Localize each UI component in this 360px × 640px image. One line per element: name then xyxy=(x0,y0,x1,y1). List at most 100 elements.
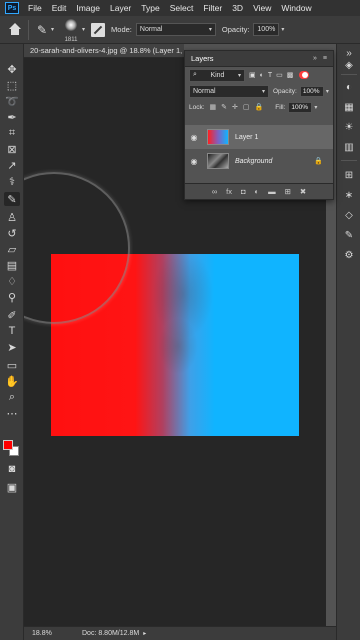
opacity-field[interactable]: 100% xyxy=(253,23,280,36)
brush-tool-icon[interactable]: ✎ xyxy=(4,192,20,206)
lock-icon[interactable]: 🔒 xyxy=(314,157,323,165)
visibility-eye-icon[interactable]: ◉ xyxy=(185,133,203,142)
brushes-panel-icon[interactable]: ✎ xyxy=(342,228,356,242)
menu-select[interactable]: Select xyxy=(165,3,199,13)
layer-name: Background xyxy=(235,157,273,165)
screen-mode-icon[interactable]: ▣ xyxy=(4,480,20,494)
clone-source-icon[interactable]: ⚙ xyxy=(342,248,356,262)
chevron-down-icon[interactable]: ▾ xyxy=(51,26,54,33)
panel-menu-icon[interactable]: ≡ xyxy=(323,55,327,62)
portrait-overlay xyxy=(123,254,233,436)
fx-icon[interactable]: fx xyxy=(226,187,232,196)
menu-layer[interactable]: Layer xyxy=(105,3,136,13)
lock-transparency-icon[interactable]: ▦ xyxy=(210,103,217,111)
rectangle-tool-icon[interactable]: ▭ xyxy=(4,358,20,372)
swatches-panel-icon[interactable]: ▦ xyxy=(342,100,356,114)
gradient-tool-icon[interactable]: ▤ xyxy=(4,258,20,272)
marquee-tool-icon[interactable]: ⬚ xyxy=(4,78,20,92)
channels-panel-icon[interactable]: ∗ xyxy=(342,188,356,202)
menu-file[interactable]: File xyxy=(23,3,47,13)
brush-size-value: 1811 xyxy=(64,36,78,43)
zoom-level[interactable]: 18.8% xyxy=(24,630,78,637)
history-brush-tool-icon[interactable]: ↺ xyxy=(4,226,20,240)
menu-view[interactable]: View xyxy=(248,3,276,13)
chevron-right-icon[interactable]: ▸ xyxy=(143,630,146,637)
type-tool-icon[interactable]: T xyxy=(4,324,20,338)
clone-stamp-tool-icon[interactable]: ♙ xyxy=(4,210,20,224)
chevron-down-icon[interactable]: ▾ xyxy=(314,104,317,111)
layer-row-background[interactable]: ◉ Background 🔒 xyxy=(185,149,333,173)
lock-position-icon[interactable]: ✛ xyxy=(232,103,238,111)
foreground-color-swatch[interactable] xyxy=(3,440,13,450)
paths-panel-icon[interactable]: ◇ xyxy=(342,208,356,222)
lock-pixels-icon[interactable]: ✎ xyxy=(221,103,227,111)
link-icon[interactable]: ∞ xyxy=(212,187,217,196)
layer-opacity-field[interactable]: 100% xyxy=(299,85,324,97)
new-layer-icon[interactable]: ⊞ xyxy=(285,187,291,196)
zoom-tool-icon[interactable]: ⌕ xyxy=(4,390,20,404)
type-filter-icon[interactable]: T xyxy=(268,72,272,79)
brush-size-picker[interactable]: 1811 xyxy=(60,17,82,43)
adjustment-filter-icon[interactable]: ◐ xyxy=(260,72,264,79)
menu-filter[interactable]: Filter xyxy=(198,3,227,13)
layers-panel-icon[interactable]: ◈ xyxy=(342,58,356,72)
trash-icon[interactable]: ✖ xyxy=(300,187,306,196)
opacity-label: Opacity: xyxy=(273,87,297,95)
home-icon[interactable] xyxy=(8,22,22,37)
mode-select[interactable]: Normal ▾ xyxy=(135,23,216,36)
mask-icon[interactable]: ◘ xyxy=(241,187,246,196)
mode-value: Normal xyxy=(139,26,163,33)
layer-thumbnail xyxy=(207,129,229,145)
chevron-down-icon[interactable]: ▾ xyxy=(326,88,329,95)
menu-3d[interactable]: 3D xyxy=(227,3,248,13)
quick-select-tool-icon[interactable]: ✒ xyxy=(4,110,20,124)
options-bar: ✎ ▾ 1811 ▾ Mode: Normal ▾ Opacity: 100% … xyxy=(0,16,360,44)
filter-kind-select[interactable]: ⌕ Kind ▾ xyxy=(189,68,245,82)
filter-toggle[interactable] xyxy=(299,71,310,79)
brush-settings-icon[interactable] xyxy=(91,22,106,37)
lasso-tool-icon[interactable]: ➰ xyxy=(4,94,20,108)
document-tab[interactable]: 20-sarah-and-olivers-4.jpg @ 18.8% (Laye… xyxy=(24,44,184,58)
healing-brush-tool-icon[interactable]: ⚕ xyxy=(4,174,20,188)
menu-image[interactable]: Image xyxy=(71,3,105,13)
eyedropper-tool-icon[interactable]: ↗ xyxy=(4,158,20,172)
history-panel-icon[interactable]: ⊞ xyxy=(342,168,356,182)
tab-layers[interactable]: Layers xyxy=(191,54,214,63)
layer-row-layer-1[interactable]: ◉ Layer 1 xyxy=(185,125,333,149)
eraser-tool-icon[interactable]: ▱ xyxy=(4,242,20,256)
chevron-down-icon[interactable]: ▾ xyxy=(281,26,284,33)
pixel-filter-icon[interactable]: ▣ xyxy=(249,71,256,79)
visibility-eye-icon[interactable]: ◉ xyxy=(185,157,203,166)
frame-tool-icon[interactable]: ⊠ xyxy=(4,142,20,156)
menu-edit[interactable]: Edit xyxy=(47,3,72,13)
dodge-tool-icon[interactable]: ⚲ xyxy=(4,290,20,304)
chevron-down-icon: ▾ xyxy=(208,27,212,33)
menu-window[interactable]: Window xyxy=(276,3,316,13)
brush-preset-icon[interactable]: ✎ xyxy=(35,23,49,37)
more-tools-icon[interactable]: ⋯ xyxy=(4,406,20,420)
quick-mask-icon[interactable]: ◙ xyxy=(4,462,20,476)
blend-mode-select[interactable]: Normal ▾ xyxy=(189,84,269,98)
fill-field[interactable]: 100% xyxy=(288,101,313,113)
adjustment-icon[interactable]: ◐ xyxy=(255,187,260,196)
lock-artboard-icon[interactable]: ▢ xyxy=(243,103,250,111)
move-tool-icon[interactable]: ✥ xyxy=(4,62,20,76)
group-icon[interactable]: ▬ xyxy=(268,187,276,196)
crop-tool-icon[interactable]: ⌗ xyxy=(4,126,20,140)
collapse-panel-icon[interactable]: » xyxy=(313,55,317,62)
layer-thumbnail xyxy=(207,153,229,169)
menu-type[interactable]: Type xyxy=(136,3,164,13)
hand-tool-icon[interactable]: ✋ xyxy=(4,374,20,388)
adjustments-panel-icon[interactable]: ☀ xyxy=(342,120,356,134)
properties-panel-icon[interactable]: ▥ xyxy=(342,140,356,154)
lock-row: Lock: ▦ ✎ ✛ ▢ 🔒 Fill: 100% ▾ xyxy=(185,99,333,115)
shape-filter-icon[interactable]: ▭ xyxy=(276,71,283,79)
lock-all-icon[interactable]: 🔒 xyxy=(255,103,264,111)
pen-tool-icon[interactable]: ✐ xyxy=(4,308,20,322)
chevron-down-icon[interactable]: ▾ xyxy=(82,26,85,33)
smart-object-filter-icon[interactable]: ▩ xyxy=(287,71,294,79)
blur-tool-icon[interactable]: ♢ xyxy=(4,274,20,288)
path-selection-tool-icon[interactable]: ➤ xyxy=(4,340,20,354)
mode-label: Mode: xyxy=(111,25,132,34)
color-panel-icon[interactable]: ◐ xyxy=(342,80,356,94)
